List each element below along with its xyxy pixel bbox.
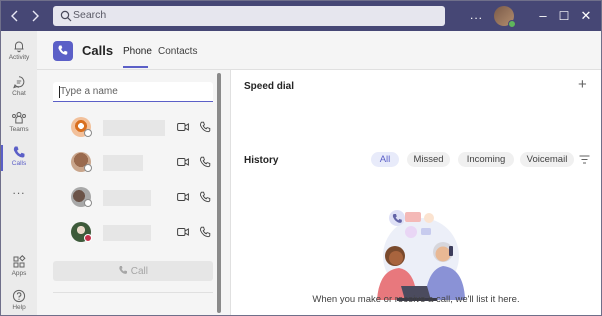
app-rail: Activity Chat Teams Calls ... Apps Help (1, 31, 37, 315)
chevron-right-icon (32, 10, 39, 22)
phone-icon (13, 146, 25, 158)
call-button[interactable]: Call (53, 261, 213, 281)
teams-icon (12, 112, 26, 124)
calls-app-icon (53, 41, 73, 61)
search-input[interactable]: Search (53, 6, 445, 26)
rail-label-apps: Apps (11, 270, 27, 277)
rail-label-calls: Calls (11, 160, 27, 167)
apps-icon (13, 255, 26, 268)
forward-button[interactable] (27, 8, 43, 24)
video-call-icon[interactable] (177, 122, 189, 132)
contact-name-redacted (103, 225, 151, 241)
rail-item-calls[interactable]: Calls (1, 141, 37, 175)
close-button[interactable]: ✕ (579, 9, 593, 23)
rail-label-teams: Teams (9, 126, 29, 133)
filter-incoming[interactable]: Incoming (458, 152, 514, 167)
audio-call-icon[interactable] (199, 156, 211, 168)
speed-dial-title: Speed dial (244, 81, 295, 92)
page-title: Calls (82, 43, 114, 58)
rail-item-chat[interactable]: Chat (1, 71, 37, 105)
empty-history-illustration (377, 210, 465, 301)
name-input-placeholder: Type a name (60, 86, 118, 97)
suggested-contact[interactable] (71, 152, 211, 174)
rail-active-indicator (1, 145, 3, 171)
tab-phone[interactable]: Phone (123, 46, 152, 57)
tab-contacts[interactable]: Contacts (158, 46, 197, 57)
rail-item-activity[interactable]: Activity (1, 35, 37, 69)
suggested-contact[interactable] (71, 117, 211, 139)
minimize-button[interactable]: – (536, 9, 550, 23)
add-speed-dial-button[interactable]: + (578, 77, 587, 92)
maximize-button[interactable]: ☐ (557, 9, 571, 23)
chevron-left-icon (11, 10, 18, 22)
status-available-badge (508, 20, 516, 28)
calls-app: Calls Phone Contacts Type a name Call Sp… (37, 31, 601, 315)
rail-item-apps[interactable]: Apps (1, 251, 37, 285)
history-panel: Speed dial + History All Missed Incoming… (231, 70, 601, 315)
dial-panel: Type a name Call (53, 79, 213, 311)
filter-voicemail[interactable]: Voicemail (520, 152, 574, 167)
history-title: History (244, 155, 279, 166)
filter-all[interactable]: All (371, 152, 399, 167)
more-options-button[interactable]: ... (470, 9, 483, 21)
back-button[interactable] (7, 8, 23, 24)
rail-label-activity: Activity (8, 54, 30, 61)
phone-icon (119, 266, 127, 274)
video-call-icon[interactable] (177, 157, 189, 167)
type-a-name-input[interactable]: Type a name (53, 82, 213, 102)
suggested-contact[interactable] (71, 222, 211, 244)
suggested-contact[interactable] (71, 187, 211, 209)
contact-name-redacted (103, 120, 165, 136)
rail-item-help[interactable]: Help (1, 285, 37, 315)
rail-label-chat: Chat (12, 90, 26, 97)
audio-call-icon[interactable] (199, 121, 211, 133)
rail-item-teams[interactable]: Teams (1, 107, 37, 141)
teams-window: Search ... – ☐ ✕ Activity Chat Teams Cal… (0, 0, 602, 316)
rail-label-help: Help (12, 304, 26, 311)
dial-panel-divider (53, 292, 213, 293)
contact-name-redacted (103, 190, 151, 206)
title-bar: Search ... – ☐ ✕ (1, 1, 601, 31)
video-call-icon[interactable] (177, 227, 189, 237)
phone-icon (58, 45, 68, 55)
search-placeholder: Search (73, 9, 107, 21)
audio-call-icon[interactable] (199, 226, 211, 238)
video-call-icon[interactable] (177, 192, 189, 202)
active-tab-indicator (123, 66, 148, 68)
empty-history-message: When you make or receive a call, we'll l… (312, 294, 520, 305)
profile-avatar[interactable] (494, 6, 516, 28)
scrollbar-thumb[interactable] (217, 73, 221, 313)
bell-icon (14, 41, 24, 53)
status-offline-badge (84, 199, 92, 207)
search-icon (60, 10, 72, 22)
call-button-label: Call (130, 266, 148, 277)
filter-icon[interactable] (579, 155, 590, 164)
rail-more-apps-button[interactable]: ... (1, 183, 37, 197)
call-button-content: Call (118, 266, 148, 277)
chat-icon (13, 76, 25, 89)
contact-name-redacted (103, 155, 143, 171)
filter-missed[interactable]: Missed (407, 152, 450, 167)
status-busy-badge (84, 234, 92, 242)
status-offline-badge (84, 129, 92, 137)
help-icon (12, 289, 26, 303)
audio-call-icon[interactable] (199, 191, 211, 203)
status-offline-badge (84, 164, 92, 172)
